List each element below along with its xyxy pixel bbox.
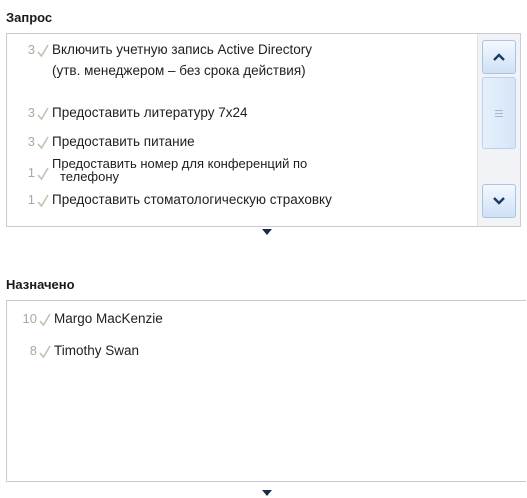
item-count: 8 bbox=[29, 343, 37, 358]
triangle-down-icon[interactable] bbox=[262, 229, 272, 235]
item-count: 3 bbox=[27, 42, 35, 57]
item-label: Margo MacKenzie bbox=[54, 311, 163, 326]
grip-icon bbox=[495, 109, 503, 117]
request-list-item[interactable]: 1 Предоставить номер для конференций по … bbox=[7, 157, 520, 183]
request-list-item[interactable]: 3 Включить учетную запись Active Directo… bbox=[7, 42, 520, 79]
check-icon bbox=[39, 345, 51, 359]
assigned-list-item[interactable]: 10 Margo MacKenzie bbox=[7, 311, 526, 327]
item-label: Включить учетную запись Active Directory… bbox=[52, 42, 313, 78]
item-label: Предоставить питание bbox=[52, 134, 195, 149]
check-icon bbox=[39, 313, 51, 327]
assigned-list-item[interactable]: 8 Timothy Swan bbox=[7, 343, 526, 359]
request-list-item[interactable]: 3 Предоставить питание bbox=[7, 134, 520, 150]
item-label: Предоставить литературу 7x24 bbox=[52, 105, 248, 120]
chevron-up-icon bbox=[493, 48, 505, 66]
item-label: Предоставить стоматологическую страховку bbox=[52, 192, 332, 207]
check-icon bbox=[37, 167, 49, 181]
assigned-list[interactable]: 10 Margo MacKenzie 8 Timothy Swan bbox=[6, 300, 526, 482]
request-list[interactable]: 3 Включить учетную запись Active Directo… bbox=[6, 33, 521, 227]
item-count: 1 bbox=[27, 192, 35, 207]
triangle-down-icon[interactable] bbox=[262, 490, 272, 496]
item-count: 3 bbox=[27, 105, 35, 120]
request-scrollbar[interactable] bbox=[477, 34, 520, 226]
check-icon bbox=[37, 194, 49, 208]
scroll-up-button[interactable] bbox=[482, 40, 516, 74]
check-icon bbox=[37, 44, 49, 58]
request-section-title: Запрос bbox=[6, 10, 53, 25]
scroll-down-button[interactable] bbox=[482, 184, 516, 218]
item-label: Timothy Swan bbox=[54, 343, 140, 358]
request-list-item[interactable]: 1 Предоставить стоматологическую страхов… bbox=[7, 192, 520, 208]
assigned-section-title: Назначено bbox=[6, 277, 75, 292]
item-count: 10 bbox=[22, 311, 37, 326]
check-icon bbox=[37, 136, 49, 150]
chevron-down-icon bbox=[493, 192, 505, 210]
item-count: 1 bbox=[27, 165, 35, 180]
request-list-item[interactable]: 3 Предоставить литературу 7x24 bbox=[7, 105, 520, 121]
item-label: Предоставить номер для конференций по те… bbox=[52, 156, 308, 184]
item-count: 3 bbox=[27, 134, 35, 149]
check-icon bbox=[37, 107, 49, 121]
scroll-thumb[interactable] bbox=[482, 77, 516, 149]
